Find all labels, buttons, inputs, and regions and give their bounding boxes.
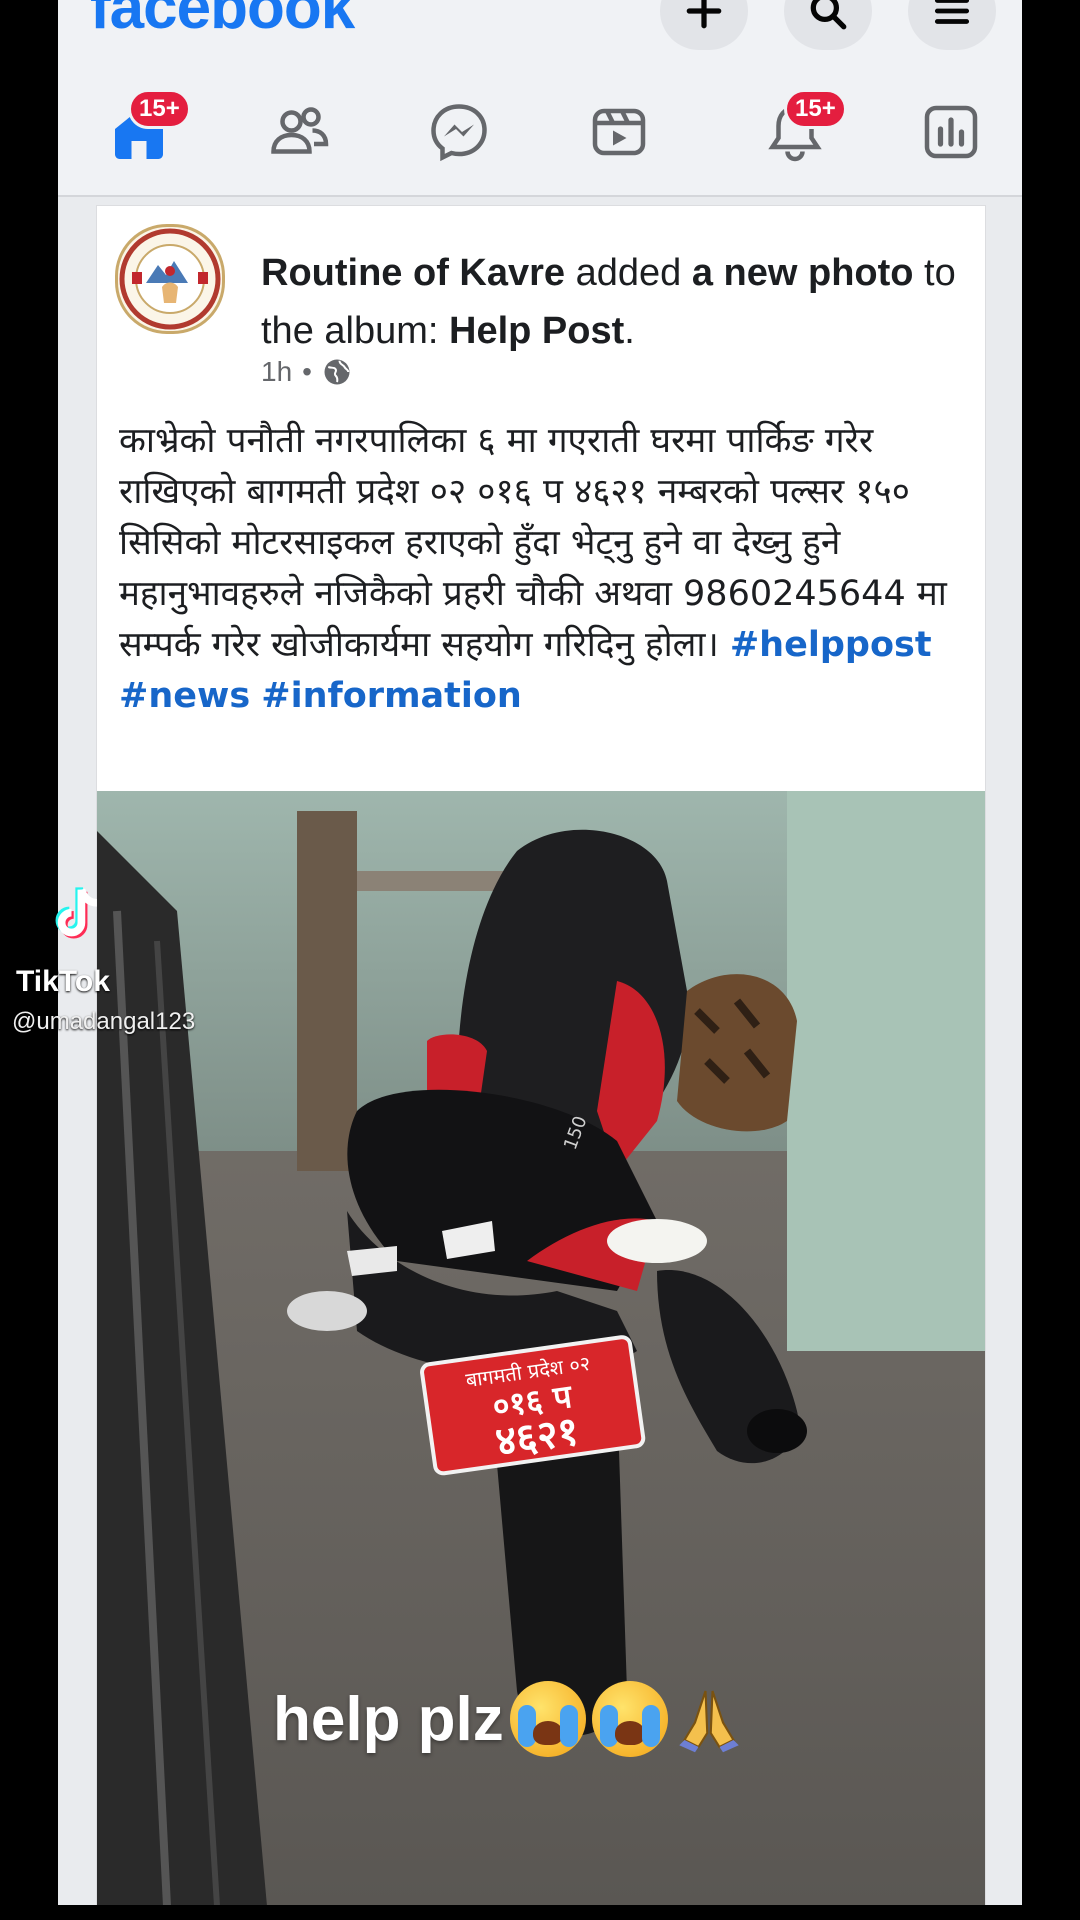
tiktok-watermark: TikTok @umadangal123 <box>10 880 210 1040</box>
tab-video[interactable] <box>582 97 656 167</box>
folded-hands-icon <box>679 1690 739 1753</box>
search-icon <box>810 0 847 30</box>
photo-caption-text: help plz <box>273 1684 504 1754</box>
tab-home[interactable]: 15+ <box>102 89 191 167</box>
album-link[interactable]: Help Post <box>449 310 624 352</box>
crying-face-icon <box>509 1681 586 1757</box>
tiktok-username: @umadangal123 <box>12 1008 196 1035</box>
post-meta: 1h • <box>261 356 352 388</box>
page-avatar[interactable] <box>115 224 225 334</box>
tab-messenger[interactable] <box>422 97 496 167</box>
album-suffix: . <box>624 310 635 352</box>
tiktok-logo-icon <box>55 887 98 939</box>
globe-icon <box>324 359 350 385</box>
meta-separator: • <box>302 356 312 387</box>
post-body: काभ्रेको पनौती नगरपालिका ६ मा गएराती घरम… <box>119 416 969 722</box>
notifications-badge: 15+ <box>784 89 847 129</box>
post-card: Routine of Kavre added a new photo to th… <box>96 205 986 1905</box>
top-bar: facebook 15+ 15+ <box>58 0 1022 197</box>
facebook-logo[interactable]: facebook <box>90 0 355 43</box>
page-logo-image <box>119 228 221 330</box>
hashtag-helppost[interactable]: #helppost <box>730 625 932 665</box>
photo-caption: help plz <box>273 1681 744 1757</box>
tab-dashboard[interactable] <box>914 97 988 167</box>
hashtag-news[interactable]: #news <box>119 676 250 716</box>
plus-icon <box>686 0 722 29</box>
post-action-bold: a new photo <box>691 252 914 294</box>
tiktok-brand-text: TikTok <box>16 965 110 998</box>
post-action-text: added <box>565 252 692 294</box>
friends-icon <box>271 107 329 154</box>
tab-friends[interactable] <box>262 97 336 167</box>
post-header: Routine of Kavre added a new photo to th… <box>261 244 961 360</box>
video-icon <box>592 108 646 156</box>
nav-tabs: 15+ 15+ <box>58 85 1022 175</box>
search-button[interactable] <box>784 0 872 50</box>
page-name-link[interactable]: Routine of Kavre <box>261 252 565 294</box>
chart-icon <box>924 105 978 159</box>
crying-face-icon <box>591 1681 668 1757</box>
menu-button[interactable] <box>908 0 996 50</box>
home-badge: 15+ <box>128 89 191 129</box>
messenger-icon <box>431 104 487 162</box>
post-time[interactable]: 1h <box>261 356 292 388</box>
create-button[interactable] <box>660 0 748 50</box>
post-photo[interactable]: बागमती प्रदेश ०२ ०१६ प ४६२१ 150 help plz <box>97 791 985 1905</box>
hashtag-information[interactable]: #information <box>261 676 522 716</box>
menu-icon <box>934 0 970 24</box>
tab-notifications[interactable]: 15+ <box>758 89 847 167</box>
